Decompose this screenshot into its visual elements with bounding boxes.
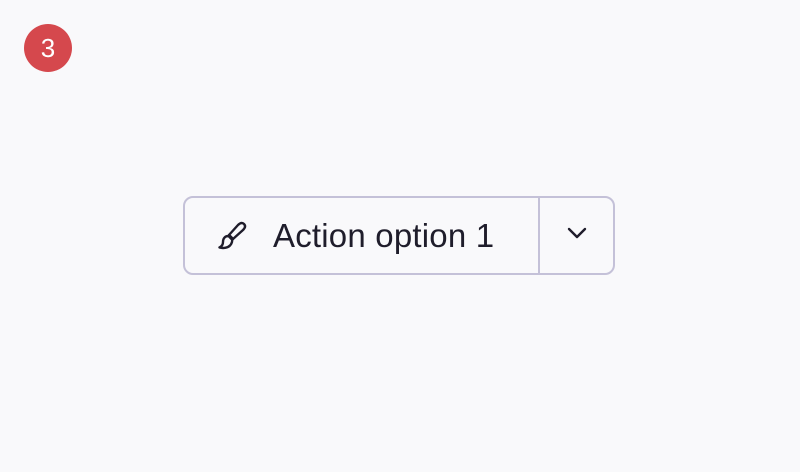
dropdown-toggle-button[interactable] (540, 198, 613, 273)
chevron-down-icon (566, 226, 588, 245)
step-badge: 3 (24, 24, 72, 72)
step-badge-label: 3 (40, 33, 56, 63)
paintbrush-icon (215, 219, 249, 253)
action-button[interactable]: Action option 1 (185, 198, 538, 273)
action-label: Action option 1 (273, 216, 495, 254)
split-button: Action option 1 (183, 196, 615, 275)
canvas: 3 Action option 1 (0, 0, 800, 472)
